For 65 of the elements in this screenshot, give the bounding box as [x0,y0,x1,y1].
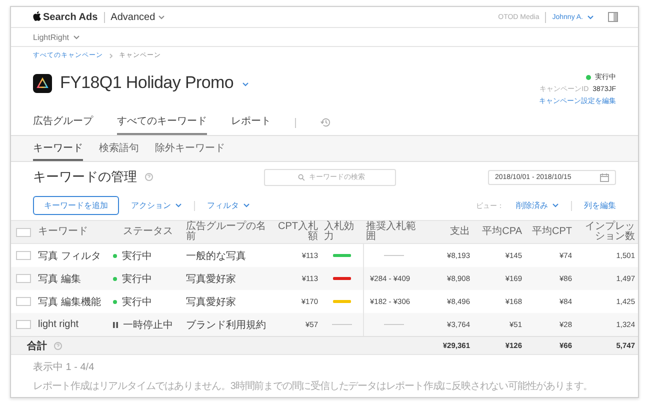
panel-toggle-icon[interactable] [608,12,618,22]
edit-columns-link[interactable]: 列を編集 [584,200,616,211]
total-label: 合計 [27,340,47,352]
product-menu[interactable]: Advanced [110,12,166,22]
status-dot [586,74,591,80]
chevron-icon [243,201,250,210]
subtab[interactable]: キーワード [33,136,83,161]
column-header[interactable]: 平均CPT [525,226,575,238]
chevron-icon [175,201,182,210]
brand-name: Search Ads [43,12,98,22]
chevron-icon [73,34,80,40]
column-header[interactable]: 支出 [423,226,473,238]
view-menu[interactable]: 削除済み [516,200,559,211]
tab[interactable]: 広告グループ [33,110,93,135]
row-checkbox[interactable] [16,274,30,283]
filter-menu[interactable]: フィルタ [207,200,250,211]
select-all-checkbox[interactable] [16,228,30,236]
subtab[interactable]: 除外キーワード [155,136,225,161]
row-checkbox[interactable] [16,297,30,306]
help-icon[interactable] [51,342,65,350]
pagination-status: 表示中 1 - 4/4 [32,360,96,374]
ad-group-cell-text: 写真愛好家 [185,296,237,308]
ad-group-cell-text: 写真愛好家 [185,272,237,286]
help-icon[interactable] [145,173,153,181]
column-header[interactable]: ステータス [113,226,183,238]
history-icon[interactable] [320,117,331,128]
subtab[interactable]: 検索語句 [99,136,139,161]
running-status-dot [113,300,117,304]
pause-icon [113,322,118,328]
column-header[interactable]: キーワード [35,226,113,238]
calendar-icon [600,172,609,182]
chevron-icon [587,14,594,20]
add-keyword-button[interactable]: キーワードを追加 [33,196,119,215]
column-header[interactable]: 平均CPA [473,226,525,238]
status-cell-text: 実行中 [122,296,152,308]
row-checkbox[interactable] [16,320,30,329]
chevron-icon [158,14,166,20]
column-header[interactable]: 広告グループの名前 [183,222,271,242]
app-selector[interactable]: LightRight [33,32,80,42]
actions-menu[interactable]: アクション [131,200,182,211]
status-cell-text: 一時停止中 [123,318,173,332]
chevron-icon [552,201,559,210]
search-icon [298,174,305,180]
section-title: キーワードの管理 [33,168,137,186]
column-header[interactable]: 入札効力 [321,222,363,242]
keyword-cell-text: 写真 編集機能 [37,296,102,308]
running-status-dot [113,254,117,258]
keyword-cell-text: 写真 フィルタ [37,250,102,262]
keyword-cell-text: 写真 編集 [37,272,82,286]
status-cell-text: 実行中 [122,272,152,286]
app-icon [33,74,52,92]
tab[interactable]: レポート [231,110,271,135]
keyword-cell-text: light right [37,319,80,330]
running-status-dot [113,276,117,280]
ad-group-cell-text: ブランド利用規約 [185,318,267,332]
column-header[interactable]: インプレッション数 [575,222,638,242]
column-header[interactable]: CPT入札額 [271,222,321,242]
breadcrumb-separator-icon [109,52,113,58]
ad-group-cell-text: 一般的な写真 [185,250,247,262]
row-checkbox[interactable] [16,251,30,260]
campaign-title: FY18Q1 Holiday Promo [60,73,234,93]
apple-logo-icon [33,10,41,24]
column-header[interactable]: 推奨入札範囲 [363,222,423,242]
status-cell-text: 実行中 [122,250,152,262]
report-note: レポート作成はリアルタイムではありません。3時間前までの間に受信したデータはレポート作成に反映されない可能性があります。 [32,380,594,394]
